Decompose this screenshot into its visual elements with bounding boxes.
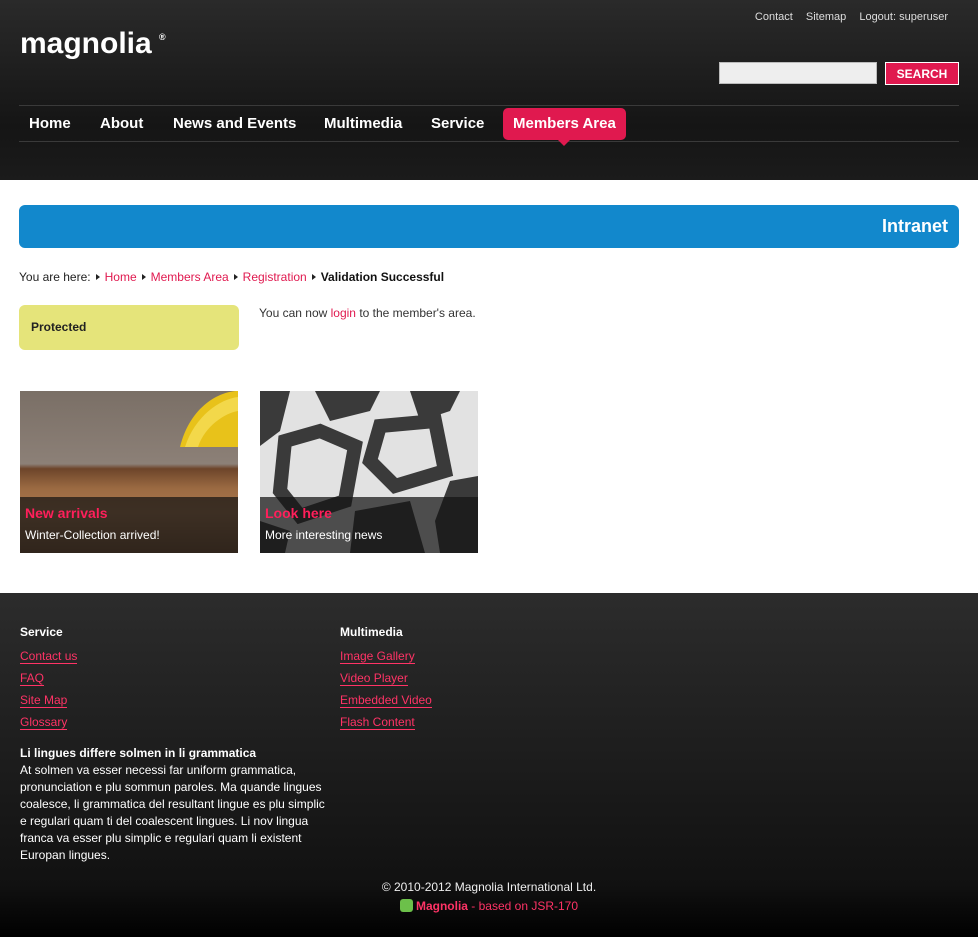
footer-link-video-player[interactable]: Video Player xyxy=(340,669,432,691)
message-after: to the member's area. xyxy=(355,306,476,320)
footer-heading: Multimedia xyxy=(340,625,403,639)
breadcrumb-current: Validation Successful xyxy=(320,270,445,284)
teaser-subtitle: More interesting news xyxy=(265,528,383,542)
footer-text-body: At solmen va esser necessi far uniform g… xyxy=(20,763,325,862)
teaser-new-arrivals[interactable]: New arrivals Winter-Collection arrived! xyxy=(20,391,238,553)
validation-message: You can now login to the member's area. xyxy=(259,306,476,320)
magnolia-logo[interactable]: magnolia ® xyxy=(20,26,170,70)
footer-column-service: Service Contact us FAQ Site Map Glossary xyxy=(20,625,78,735)
nav-service[interactable]: Service xyxy=(421,108,494,140)
breadcrumb-home[interactable]: Home xyxy=(105,270,137,284)
powered-brand[interactable]: Magnolia xyxy=(416,899,468,913)
teaser-title: New arrivals xyxy=(25,505,108,521)
page-banner: Intranet xyxy=(19,205,959,248)
teaser-subtitle: Winter-Collection arrived! xyxy=(25,528,160,542)
nav-news-and-events[interactable]: News and Events xyxy=(163,108,306,140)
teaser-overlay: Look here More interesting news xyxy=(260,497,478,553)
footer-link-contact-us[interactable]: Contact us xyxy=(20,647,78,669)
breadcrumb-prefix: You are here: xyxy=(19,270,91,284)
teaser-overlay: New arrivals Winter-Collection arrived! xyxy=(20,497,238,553)
main-nav: Home About News and Events Multimedia Se… xyxy=(19,105,959,146)
site-footer: Service Contact us FAQ Site Map Glossary… xyxy=(0,593,978,937)
svg-text:®: ® xyxy=(159,32,166,42)
footer-heading: Service xyxy=(20,625,63,639)
search-input[interactable] xyxy=(719,62,877,84)
svg-text:magnolia: magnolia xyxy=(20,27,152,60)
teaser-look-here[interactable]: Look here More interesting news xyxy=(260,391,478,553)
breadcrumb-arrow-icon xyxy=(95,274,100,280)
breadcrumb-members-area[interactable]: Members Area xyxy=(151,270,229,284)
footer-column-multimedia: Multimedia Image Gallery Video Player Em… xyxy=(340,625,432,735)
nav-members-area[interactable]: Members Area xyxy=(503,108,626,146)
top-links: Contact Sitemap Logout: superuser xyxy=(745,11,948,23)
footer-text-title: Li lingues differe solmen in li grammati… xyxy=(20,746,257,760)
magnolia-icon xyxy=(399,899,413,912)
nav-about[interactable]: About xyxy=(90,108,153,140)
logout-link[interactable]: Logout: superuser xyxy=(859,11,948,23)
protected-box: Protected xyxy=(19,305,239,350)
breadcrumb-arrow-icon xyxy=(141,274,146,280)
nav-multimedia[interactable]: Multimedia xyxy=(314,108,412,140)
search-button[interactable]: SEARCH xyxy=(885,62,959,85)
footer-text-block: Li lingues differe solmen in li grammati… xyxy=(20,745,325,864)
footer-link-glossary[interactable]: Glossary xyxy=(20,713,77,735)
footer-link-flash-content[interactable]: Flash Content xyxy=(340,713,432,735)
teaser-title: Look here xyxy=(265,505,332,521)
nav-home[interactable]: Home xyxy=(19,108,81,140)
breadcrumb: You are here: Home Members Area Registratio… xyxy=(19,270,444,284)
copyright: © 2010-2012 Magnolia International Ltd. xyxy=(381,880,597,894)
contact-link[interactable]: Contact xyxy=(755,11,793,23)
footer-link-faq[interactable]: FAQ xyxy=(20,669,77,691)
breadcrumb-arrow-icon xyxy=(233,274,238,280)
site-header: magnolia ® Contact Sitemap Logout: super… xyxy=(0,0,978,180)
login-link[interactable]: login xyxy=(331,306,356,320)
footer-link-embedded-video[interactable]: Embedded Video xyxy=(340,691,432,713)
footer-link-image-gallery[interactable]: Image Gallery xyxy=(340,647,432,669)
message-before: You can now xyxy=(259,306,331,320)
powered-by: Magnolia - based on JSR-170 xyxy=(0,899,978,913)
breadcrumb-arrow-icon xyxy=(311,274,316,280)
footer-link-site-map[interactable]: Site Map xyxy=(20,691,77,713)
breadcrumb-registration[interactable]: Registration xyxy=(243,270,307,284)
powered-rest: - based on JSR-170 xyxy=(467,899,579,913)
sitemap-link[interactable]: Sitemap xyxy=(806,11,846,23)
